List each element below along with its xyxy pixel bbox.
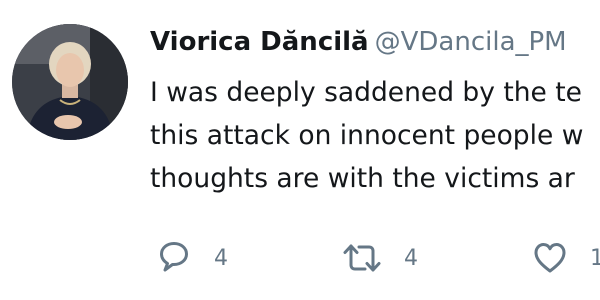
- tweet-text-line: thoughts are with the victims ar: [150, 163, 575, 194]
- tweet-text-line: I was deeply saddened by the te: [150, 77, 582, 108]
- retweet-button[interactable]: 4: [342, 238, 418, 278]
- avatar[interactable]: [12, 24, 128, 140]
- author-handle[interactable]: @VDancila_PM: [375, 27, 567, 57]
- tweet-card[interactable]: Viorica Dăncilă @VDancila_PM I was deeply…: [0, 0, 600, 300]
- tweet-actions: 4 4 1: [156, 238, 600, 278]
- reply-button[interactable]: 4: [156, 238, 228, 278]
- retweet-count: 4: [404, 245, 418, 271]
- like-button[interactable]: 1: [532, 238, 600, 278]
- author-display-name[interactable]: Viorica Dăncilă: [150, 27, 369, 57]
- tweet-text-line: this attack on innocent people w: [150, 120, 584, 151]
- like-count: 1: [590, 245, 600, 271]
- reply-icon: [160, 242, 188, 272]
- tweet-header: Viorica Dăncilă @VDancila_PM: [150, 24, 567, 60]
- heart-icon: [534, 243, 566, 273]
- retweet-icon: [343, 244, 381, 272]
- profile-photo-icon: [12, 24, 128, 140]
- tweet-text: I was deeply saddened by the te this att…: [150, 71, 600, 200]
- reply-count: 4: [214, 245, 228, 271]
